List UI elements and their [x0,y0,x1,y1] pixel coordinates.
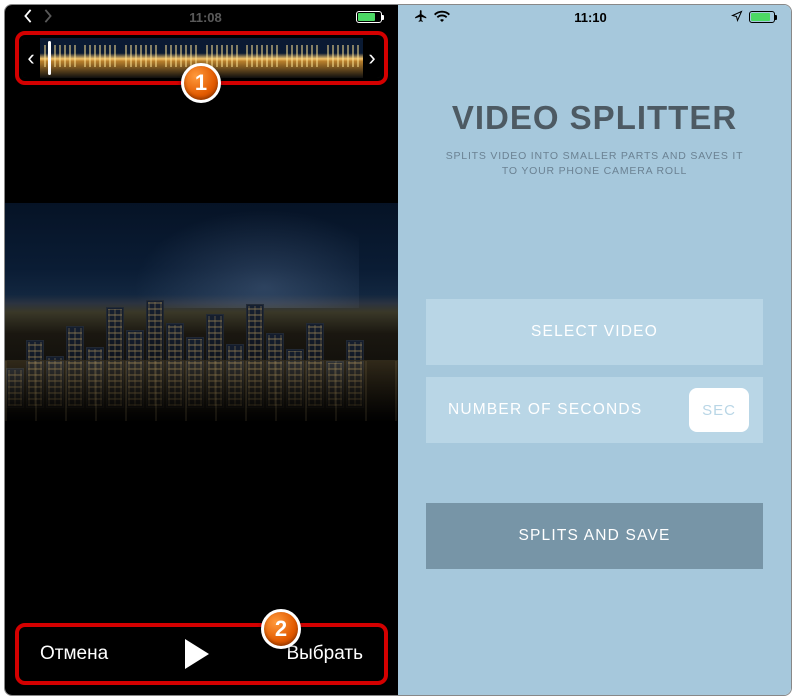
play-icon[interactable] [185,639,209,669]
battery-icon [749,11,775,23]
tutorial-frame: 11:08 ‹ › 1 [4,4,792,696]
status-left [414,9,450,26]
location-icon [731,10,743,25]
cancel-button[interactable]: Отмена [40,643,108,665]
forward-chevron-icon [41,9,55,26]
app-subtitle: SPLITS VIDEO INTO SMALLER PARTS AND SAVE… [440,149,750,179]
status-bar: 11:08 [5,5,398,29]
app-title: VIDEO SPLITTER [452,99,737,137]
airplane-mode-icon [414,9,428,26]
status-left [21,9,55,26]
select-button[interactable]: Выбрать [286,643,363,665]
select-video-button[interactable]: SELECT VIDEO [426,299,763,365]
back-chevron-icon [21,9,35,26]
phone-left-video-trim: 11:08 ‹ › 1 [5,5,398,695]
trim-playhead[interactable] [48,41,51,75]
callout-badge-2: 2 [261,609,301,649]
seconds-row: NUMBER OF SECONDS SEC [426,377,763,443]
split-and-save-button[interactable]: SPLITS AND SAVE [426,503,763,569]
callout-2-highlight: Отмена Выбрать [15,623,388,685]
callout-badge-1: 1 [181,63,221,103]
phone-right-video-splitter: 11:10 VIDEO SPLITTER SPLITS VIDEO INTO S… [398,5,791,695]
battery-icon [356,11,382,23]
video-preview[interactable] [5,203,398,421]
bottom-toolbar: Отмена Выбрать [22,630,381,678]
status-right [731,10,775,25]
seconds-label: NUMBER OF SECONDS [448,401,642,419]
wifi-icon [434,10,450,25]
trim-handle-right[interactable]: › [363,38,381,78]
status-bar: 11:10 [398,5,791,29]
video-splitter-screen: VIDEO SPLITTER SPLITS VIDEO INTO SMALLER… [398,29,791,695]
status-time: 11:08 [189,10,222,25]
trim-handle-left[interactable]: ‹ [22,38,40,78]
status-right [356,11,382,23]
seconds-input[interactable]: SEC [689,388,749,432]
status-time: 11:10 [574,10,607,25]
